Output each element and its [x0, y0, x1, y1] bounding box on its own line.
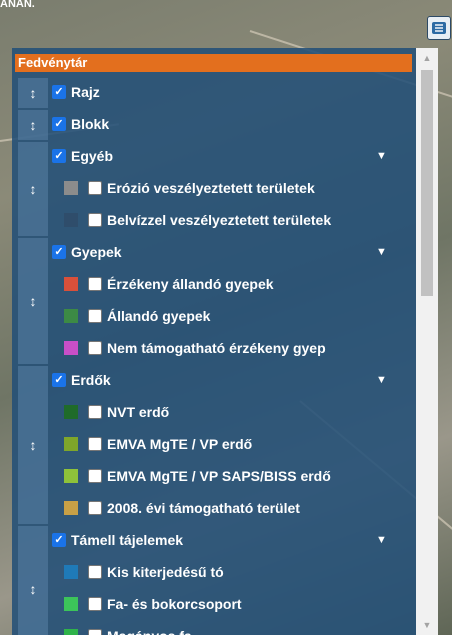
layer-item-label: Magányos fa: [107, 628, 192, 635]
layer-group-erdok: ↕ ✓ Erdők ▼ NVT erdő EMVA MgTE / VP erdő EMVA …: [12, 364, 416, 524]
panel-title: Fedvénytár: [15, 54, 412, 72]
collapse-caret-icon[interactable]: ▼: [376, 364, 387, 396]
layer-swatch-icon: [64, 597, 78, 611]
layer-checkbox[interactable]: [88, 501, 102, 515]
layer-checkbox[interactable]: [88, 437, 102, 451]
layer-item-row[interactable]: NVT erdő: [12, 396, 416, 428]
layer-item-label: Kis kiterjedésű tó: [107, 564, 224, 580]
layer-item-label: Állandó gyepek: [107, 308, 211, 324]
layer-item-label: Belvízzel veszélyeztetett területek: [107, 212, 332, 228]
layer-item-label: NVT erdő: [107, 404, 170, 420]
layer-swatch-icon: [64, 469, 78, 483]
layer-checkbox[interactable]: [88, 213, 102, 227]
collapse-caret-icon[interactable]: ▼: [376, 524, 387, 556]
layer-item-label: EMVA MgTE / VP erdő: [107, 436, 253, 452]
layer-item-row[interactable]: Fa- és bokorcsoport: [12, 588, 416, 620]
scroll-down-icon[interactable]: ▼: [416, 617, 438, 633]
scroll-thumb[interactable]: [421, 70, 433, 296]
layer-group-row[interactable]: ✓ Erdők ▼: [12, 364, 416, 396]
scroll-up-icon[interactable]: ▲: [416, 50, 438, 66]
layer-group-egyeb: ↕ ✓ Egyéb ▼ Erózió veszélyeztetett területek…: [12, 140, 416, 236]
layers-button[interactable]: [427, 16, 451, 40]
layer-checkbox[interactable]: [88, 629, 102, 635]
layers-icon: [432, 22, 446, 34]
layer-swatch-icon: [64, 565, 78, 579]
layer-group-label: Gyepek: [71, 244, 122, 260]
layer-item-row[interactable]: Nem támogatható érzékeny gyep: [12, 332, 416, 364]
layer-group-label: Erdők: [71, 372, 111, 388]
layer-item-row[interactable]: 2008. évi támogatható terület: [12, 492, 416, 524]
layer-swatch-icon: [64, 437, 78, 451]
layer-checkbox[interactable]: [88, 565, 102, 579]
layer-group-row[interactable]: ✓ Egyéb ▼: [12, 140, 416, 172]
layer-checkbox[interactable]: [88, 405, 102, 419]
layer-group-row[interactable]: ✓ Támell tájelemek ▼: [12, 524, 416, 556]
layer-item-row[interactable]: EMVA MgTE / VP SAPS/BISS erdő: [12, 460, 416, 492]
top-text-fragment: ANAN.: [0, 0, 35, 10]
layer-group-label: Rajz: [71, 84, 100, 100]
layer-swatch-icon: [64, 181, 78, 195]
layer-swatch-icon: [64, 309, 78, 323]
layer-item-row[interactable]: Érzékeny állandó gyepek: [12, 268, 416, 300]
layer-item-row[interactable]: EMVA MgTE / VP erdő: [12, 428, 416, 460]
layer-item-label: Erózió veszélyeztetett területek: [107, 180, 315, 196]
layer-group-row[interactable]: ✓ Gyepek ▼: [12, 236, 416, 268]
layer-panel: Fedvénytár ↕ ✓ Rajz ↕ ✓ Blokk ↕ ✓ Egyéb ▼ Erózió v…: [12, 48, 438, 635]
layer-checkbox[interactable]: [88, 181, 102, 195]
layer-group-row[interactable]: ✓ Rajz: [12, 76, 416, 108]
layer-group-rajz: ↕ ✓ Rajz: [12, 76, 416, 108]
layer-checkbox[interactable]: ✓: [52, 85, 66, 99]
layer-group-label: Egyéb: [71, 148, 114, 164]
layer-list: ↕ ✓ Rajz ↕ ✓ Blokk ↕ ✓ Egyéb ▼ Erózió veszélyeztet…: [12, 76, 416, 635]
layer-checkbox[interactable]: [88, 469, 102, 483]
layer-checkbox[interactable]: ✓: [52, 149, 66, 163]
layer-group-label: Támell tájelemek: [71, 532, 184, 548]
layer-checkbox[interactable]: ✓: [52, 533, 66, 547]
layer-item-label: Érzékeny állandó gyepek: [107, 276, 274, 292]
layer-group-gyepek: ↕ ✓ Gyepek ▼ Érzékeny állandó gyepek Állandó …: [12, 236, 416, 364]
scrollbar[interactable]: ▲ ▼: [416, 48, 438, 635]
layer-swatch-icon: [64, 213, 78, 227]
layer-swatch-icon: [64, 629, 78, 635]
layer-item-label: 2008. évi támogatható terület: [107, 500, 300, 516]
layer-checkbox[interactable]: ✓: [52, 117, 66, 131]
layer-item-label: EMVA MgTE / VP SAPS/BISS erdő: [107, 468, 331, 484]
collapse-caret-icon[interactable]: ▼: [376, 140, 387, 172]
layer-checkbox[interactable]: [88, 309, 102, 323]
layer-item-row[interactable]: Erózió veszélyeztetett területek: [12, 172, 416, 204]
layer-item-row[interactable]: Állandó gyepek: [12, 300, 416, 332]
layer-group-blokk: ↕ ✓ Blokk: [12, 108, 416, 140]
layer-swatch-icon: [64, 501, 78, 515]
layer-group-label: Blokk: [71, 116, 110, 132]
layer-checkbox[interactable]: [88, 597, 102, 611]
layer-checkbox[interactable]: ✓: [52, 373, 66, 387]
layer-checkbox[interactable]: [88, 277, 102, 291]
layer-item-label: Fa- és bokorcsoport: [107, 596, 242, 612]
layer-swatch-icon: [64, 341, 78, 355]
layer-group-row[interactable]: ✓ Blokk: [12, 108, 416, 140]
layer-swatch-icon: [64, 405, 78, 419]
layer-item-row[interactable]: Magányos fa: [12, 620, 416, 635]
layer-item-row[interactable]: Belvízzel veszélyeztetett területek: [12, 204, 416, 236]
layer-item-label: Nem támogatható érzékeny gyep: [107, 340, 326, 356]
layer-checkbox[interactable]: [88, 341, 102, 355]
layer-item-row[interactable]: Kis kiterjedésű tó: [12, 556, 416, 588]
layer-checkbox[interactable]: ✓: [52, 245, 66, 259]
collapse-caret-icon[interactable]: ▼: [376, 236, 387, 268]
layer-group-tamell-tajelemek: ↕ ✓ Támell tájelemek ▼ Kis kiterjedésű tó Fa-…: [12, 524, 416, 635]
layer-swatch-icon: [64, 277, 78, 291]
